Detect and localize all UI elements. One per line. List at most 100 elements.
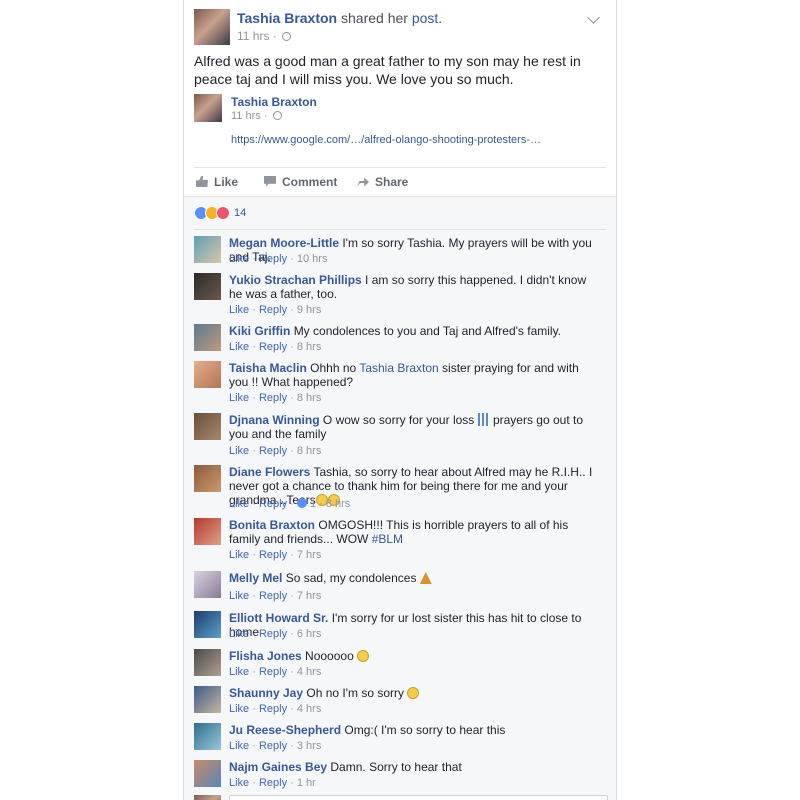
comment-actions: Like · Reply · 1 · 8 hrs (229, 498, 351, 510)
commenter-avatar[interactable] (194, 518, 221, 545)
commenter-avatar[interactable] (194, 465, 221, 492)
comment-actions: Like · Reply · 4 hrs (229, 666, 322, 678)
shared-post-link[interactable]: post (412, 10, 438, 26)
comment-reply-link[interactable]: Reply (259, 392, 287, 404)
sad-face-emoji-icon (407, 687, 420, 699)
comment-time[interactable]: 7 hrs (297, 549, 321, 561)
comment-actions: Like · Reply · 10 hrs (229, 253, 328, 265)
comment-actions: Like · Reply · 6 hrs (229, 628, 322, 640)
comment-like-link[interactable]: Like (229, 445, 249, 457)
shared-post: Tashia Braxton 11 hrs · https://www.goog… (194, 94, 606, 154)
comment-like-link[interactable]: Like (229, 498, 249, 510)
chevron-down-icon[interactable] (587, 11, 600, 24)
commenter-name[interactable]: Melly Mel (229, 571, 282, 585)
comment-time[interactable]: 7 hrs (297, 590, 321, 602)
current-user-avatar (194, 795, 221, 800)
author-avatar[interactable] (194, 9, 230, 45)
commenter-avatar[interactable] (194, 361, 221, 388)
commenter-name[interactable]: Djnana Winning (229, 413, 320, 427)
comment-like-link[interactable]: Like (229, 253, 249, 265)
comment-actions: Like · Reply · 8 hrs (229, 341, 322, 353)
comment-reply-link[interactable]: Reply (259, 549, 287, 561)
comment-like-link[interactable]: Like (229, 666, 249, 678)
commenter-avatar[interactable] (194, 273, 221, 300)
comment-time[interactable]: 4 hrs (297, 703, 321, 715)
commenter-name[interactable]: Ju Reese-Shepherd (229, 723, 341, 737)
share-button[interactable]: Share (357, 175, 408, 189)
comment-reply-link[interactable]: Reply (259, 253, 287, 265)
comment-icon (264, 176, 276, 187)
comment-like-link[interactable]: Like (229, 392, 249, 404)
commenter-avatar[interactable] (194, 236, 221, 263)
commenter-name[interactable]: Megan Moore-Little (229, 236, 339, 250)
comment-reply-link[interactable]: Reply (259, 740, 287, 752)
comment-input[interactable] (229, 795, 608, 800)
comment-text: So sad, my condolences (285, 571, 420, 585)
commenter-avatar[interactable] (194, 760, 221, 787)
commenter-name[interactable]: Diane Flowers (229, 465, 310, 479)
commenter-avatar[interactable] (194, 571, 221, 598)
shared-text: shared her (337, 10, 412, 26)
comment-reply-link[interactable]: Reply (259, 628, 287, 640)
comment-body: Kiki Griffin My condolences to you and T… (229, 324, 601, 338)
commenter-avatar[interactable] (194, 723, 221, 750)
comment-time[interactable]: 8 hrs (326, 498, 350, 510)
divider (194, 167, 606, 168)
shared-author-avatar[interactable] (194, 94, 222, 122)
comment-like-link[interactable]: Like (229, 549, 249, 561)
post-text: Alfred was a good man a great father to … (194, 53, 581, 87)
post-card: Tashia Braxton shared her post. 11 hrs ·… (183, 0, 617, 800)
comment-like-link[interactable]: Like (229, 628, 249, 640)
hashtag-link[interactable]: #BLM (372, 532, 403, 546)
commenter-name[interactable]: Elliott Howard Sr. (229, 611, 328, 625)
reaction-count[interactable]: 14 (234, 206, 246, 220)
post-author-name[interactable]: Tashia Braxton (237, 10, 337, 26)
commenter-avatar[interactable] (194, 413, 221, 440)
commenter-name[interactable]: Taisha Maclin (229, 361, 307, 375)
comment-reply-link[interactable]: Reply (259, 777, 287, 789)
comment-reply-link[interactable]: Reply (259, 341, 287, 353)
comment-reply-link[interactable]: Reply (259, 590, 287, 602)
comment-time[interactable]: 3 hrs (297, 740, 321, 752)
comment-like-link[interactable]: Like (229, 304, 249, 316)
comment-time[interactable]: 4 hrs (297, 666, 321, 678)
shared-author-name[interactable]: Tashia Braxton (231, 95, 317, 109)
comment-reply-link[interactable]: Reply (259, 703, 287, 715)
comment-time[interactable]: 9 hrs (297, 304, 321, 316)
comment-reply-link[interactable]: Reply (259, 304, 287, 316)
commenter-name[interactable]: Shaunny Jay (229, 686, 303, 700)
comment-reply-link[interactable]: Reply (259, 445, 287, 457)
commenter-avatar[interactable] (194, 324, 221, 351)
comment-time[interactable]: 6 hrs (297, 628, 321, 640)
like-button[interactable]: Like (196, 175, 238, 189)
comment-like-link[interactable]: Like (229, 703, 249, 715)
comment-time[interactable]: 8 hrs (297, 392, 321, 404)
shared-url-link[interactable]: https://www.google.com/…/alfred-olango-s… (231, 134, 541, 146)
comment-time[interactable]: 10 hrs (297, 253, 328, 265)
comment-reply-link[interactable]: Reply (259, 666, 287, 678)
comment-time[interactable]: 8 hrs (297, 445, 321, 457)
divider (194, 229, 606, 230)
commenter-name[interactable]: Flisha Jones (229, 649, 302, 663)
comment-actions: Like · Reply · 1 hr (229, 777, 316, 789)
comment-button[interactable]: Comment (264, 175, 337, 189)
comment-like-link[interactable]: Like (229, 740, 249, 752)
mention-link[interactable]: Tashia Braxton (359, 361, 438, 375)
comment-time[interactable]: 8 hrs (297, 341, 321, 353)
comment-body: Flisha Jones Noooooo (229, 649, 601, 663)
comment-body: Shaunny Jay Oh no I'm so sorry (229, 686, 601, 700)
commenter-name[interactable]: Kiki Griffin (229, 324, 290, 338)
commenter-name[interactable]: Yukio Strachan Phillips (229, 273, 362, 287)
commenter-avatar[interactable] (194, 649, 221, 676)
comment-like-link[interactable]: Like (229, 341, 249, 353)
commenter-avatar[interactable] (194, 686, 221, 713)
comment-like-link[interactable]: Like (229, 777, 249, 789)
comment-time[interactable]: 1 hr (297, 777, 316, 789)
comment-body: Djnana Winning O wow so sorry for your l… (229, 413, 584, 441)
commenter-name[interactable]: Bonita Braxton (229, 518, 315, 532)
commenter-name[interactable]: Najm Gaines Bey (229, 760, 327, 774)
commenter-avatar[interactable] (194, 611, 221, 638)
comment-like-link[interactable]: Like (229, 590, 249, 602)
comment-reply-link[interactable]: Reply (259, 498, 287, 510)
comment-body: Melly Mel So sad, my condolences (229, 571, 601, 585)
